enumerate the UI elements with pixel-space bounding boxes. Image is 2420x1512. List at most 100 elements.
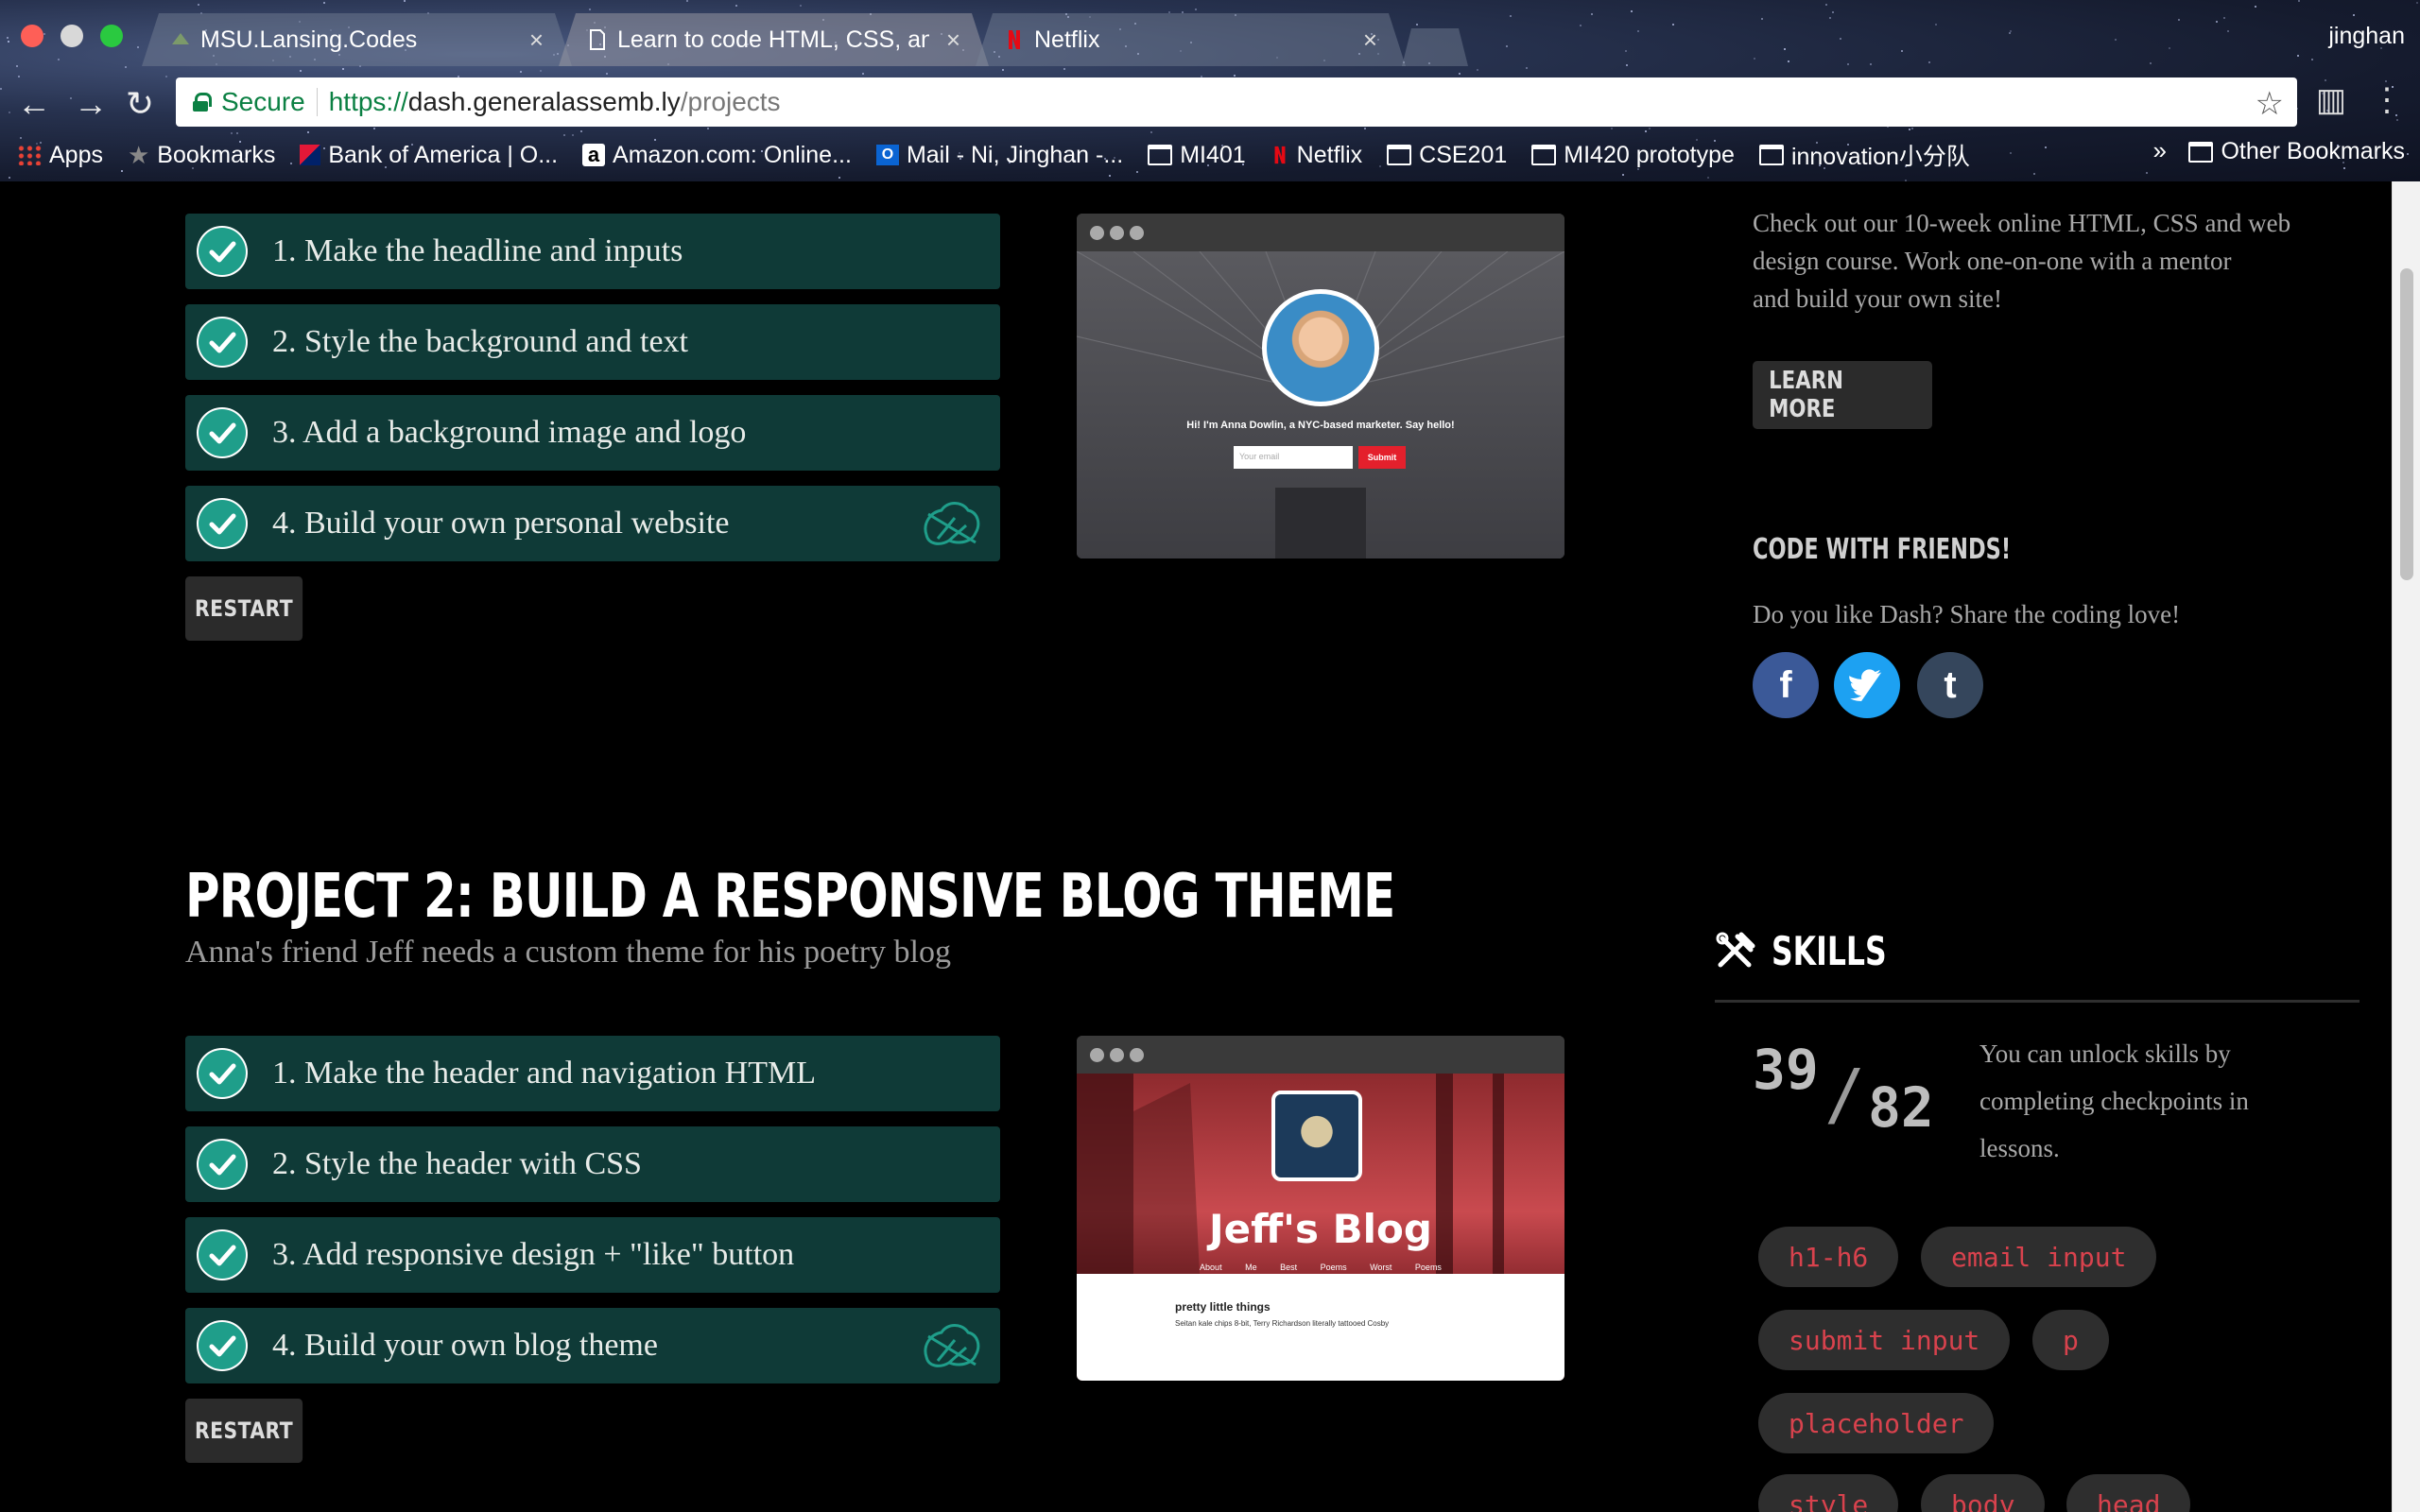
step-item[interactable]: 4. Build your own personal website <box>185 486 1000 561</box>
star-dot <box>1707 177 1709 179</box>
tab-learn-to-code[interactable]: Learn to code HTML, CSS, and JavaScript … <box>559 13 989 66</box>
learn-more-button[interactable]: LEARN MORE <box>1753 361 1932 429</box>
star-dot <box>1626 64 1628 66</box>
star-dot <box>1840 38 1841 40</box>
close-tab-icon[interactable]: × <box>946 26 960 55</box>
bookmark-mi420[interactable]: MI420 prototype <box>1531 142 1735 169</box>
reload-icon[interactable]: ↻ <box>117 81 163 127</box>
bookmark-mi401[interactable]: MI401 <box>1148 141 1246 169</box>
project2-preview[interactable]: Jeff's Blog About Me Best Poems Worst Po… <box>1077 1036 1564 1381</box>
restart-button[interactable]: RESTART <box>185 576 303 641</box>
bookmark-amazon[interactable]: a Amazon.com: Online... <box>582 142 852 169</box>
star-dot <box>2407 153 2409 155</box>
bookmark-label: MI401 <box>1180 141 1246 168</box>
secure-label: Secure <box>221 87 305 116</box>
step-item[interactable]: 1. Make the headline and inputs <box>185 214 1000 289</box>
new-tab-button[interactable] <box>1402 28 1468 66</box>
brain-icon <box>924 1324 980 1367</box>
step-item[interactable]: 3. Add responsive design + "like" button <box>185 1217 1000 1293</box>
tab-msu-lansing-codes[interactable]: MSU.Lansing.Codes × <box>142 13 572 66</box>
skill-tag[interactable]: email input <box>1921 1227 2157 1287</box>
restart-button[interactable]: RESTART <box>185 1399 303 1463</box>
star-dot <box>1195 9 1197 10</box>
skill-tag[interactable]: submit input <box>1758 1310 2011 1370</box>
more-bookmarks-chevron-icon[interactable]: » <box>2153 136 2167 165</box>
star-dot <box>2223 17 2225 19</box>
checkmark-icon <box>197 1320 248 1371</box>
checkmark-icon <box>197 407 248 458</box>
promo-line: Check out our 10-week online HTML, CSS a… <box>1753 209 2291 237</box>
step-label: 1. Make the header and navigation HTML <box>272 1056 816 1091</box>
skill-tag[interactable]: h1-h6 <box>1758 1227 1899 1287</box>
step-item[interactable]: 4. Build your own blog theme <box>185 1308 1000 1383</box>
bookmark-label: Apps <box>49 141 103 168</box>
other-bookmarks[interactable]: Other Bookmarks <box>2188 138 2405 165</box>
tab-netflix[interactable]: Netflix × <box>976 13 1406 66</box>
facebook-share-button[interactable]: f <box>1753 652 1819 718</box>
bookmark-star-icon[interactable]: ☆ <box>2256 85 2284 123</box>
bookmark-label: Bank of America | O... <box>328 141 559 168</box>
twitter-share-button[interactable] <box>1834 652 1900 718</box>
scrollbar-thumb[interactable] <box>2400 268 2413 580</box>
project1-steps: 1. Make the headline and inputs 2. Style… <box>185 214 1000 576</box>
extension-icon[interactable]: ▥ <box>2316 81 2346 119</box>
bookmark-mail[interactable]: O Mail - Ni, Jinghan -... <box>875 142 1123 169</box>
bookmark-bookmarks[interactable]: ★ Bookmarks <box>128 141 275 170</box>
counter-slash: / <box>1824 1055 1866 1134</box>
project1-preview[interactable]: Hi! I'm Anna Dowlin, a NYC-based markete… <box>1077 214 1564 558</box>
star-dot <box>2010 152 2012 154</box>
skill-tag[interactable]: placeholder <box>1758 1393 1995 1453</box>
star-dot <box>8 41 9 43</box>
star-dot <box>1002 69 1004 71</box>
tumblr-share-button[interactable]: t <box>1917 652 1983 718</box>
bookmarks-bar: Apps ★ Bookmarks Bank of America | O... … <box>17 138 1970 172</box>
browser-chrome: MSU.Lansing.Codes × Learn to code HTML, … <box>0 0 2420 181</box>
bookmark-label: Netflix <box>1296 141 1363 168</box>
step-item[interactable]: 2. Style the header with CSS <box>185 1126 1000 1202</box>
star-dot <box>1477 69 1478 71</box>
bookmark-apps[interactable]: Apps <box>17 142 103 169</box>
step-label: 3. Add a background image and logo <box>272 415 747 450</box>
close-window-button[interactable] <box>21 25 43 47</box>
bookmark-netflix[interactable]: Netflix <box>1270 142 1362 169</box>
profile-name[interactable]: jinghan <box>2328 23 2405 50</box>
star-dot <box>862 73 864 75</box>
step-item[interactable]: 1. Make the header and navigation HTML <box>185 1036 1000 1111</box>
avatar <box>1262 289 1379 406</box>
close-tab-icon[interactable]: × <box>529 26 544 55</box>
star-dot <box>2343 167 2345 169</box>
address-bar[interactable]: Secure https:// dash.generalassemb.ly /p… <box>176 77 2297 127</box>
checkmark-icon <box>197 317 248 368</box>
zoom-window-button[interactable] <box>100 25 123 47</box>
star-dot <box>1754 58 1755 60</box>
page-scrollbar[interactable] <box>2392 181 2420 1512</box>
skill-tag[interactable]: head <box>2066 1474 2191 1512</box>
url-host: dash.generalassemb.ly <box>407 87 681 116</box>
star-dot <box>1870 63 1872 65</box>
page-content: 1. Make the headline and inputs 2. Style… <box>0 181 2392 1512</box>
star-dot <box>2416 2 2418 4</box>
star-dot <box>1637 30 1639 32</box>
tumblr-icon: t <box>1944 663 1957 706</box>
bookmark-bank-of-america[interactable]: Bank of America | O... <box>300 142 558 169</box>
skill-tag[interactable]: p <box>2032 1310 2109 1370</box>
close-tab-icon[interactable]: × <box>1363 26 1377 55</box>
step-item[interactable]: 2. Style the background and text <box>185 304 1000 380</box>
skill-tag[interactable]: style <box>1758 1474 1899 1512</box>
skill-tag[interactable]: body <box>1921 1474 2046 1512</box>
star-dot <box>1825 4 1827 6</box>
back-arrow-icon[interactable]: ← <box>11 81 57 127</box>
divider <box>1715 1000 2360 1003</box>
bookmark-innovation[interactable]: innovation小分队 <box>1758 138 1970 172</box>
bookmark-cse201[interactable]: CSE201 <box>1387 142 1507 169</box>
menu-icon[interactable]: ⋮ <box>2371 81 2403 119</box>
forward-arrow-icon[interactable]: → <box>68 81 113 127</box>
star-dot <box>2227 30 2229 32</box>
step-item[interactable]: 3. Add a background image and logo <box>185 395 1000 471</box>
preview-nav: About Me Best Poems Worst Poems <box>1200 1263 1442 1272</box>
star-dot <box>686 0 688 2</box>
minimize-window-button[interactable] <box>60 25 83 47</box>
star-dot <box>404 0 406 2</box>
apps-grid-icon <box>17 145 42 165</box>
star-dot <box>236 132 238 134</box>
